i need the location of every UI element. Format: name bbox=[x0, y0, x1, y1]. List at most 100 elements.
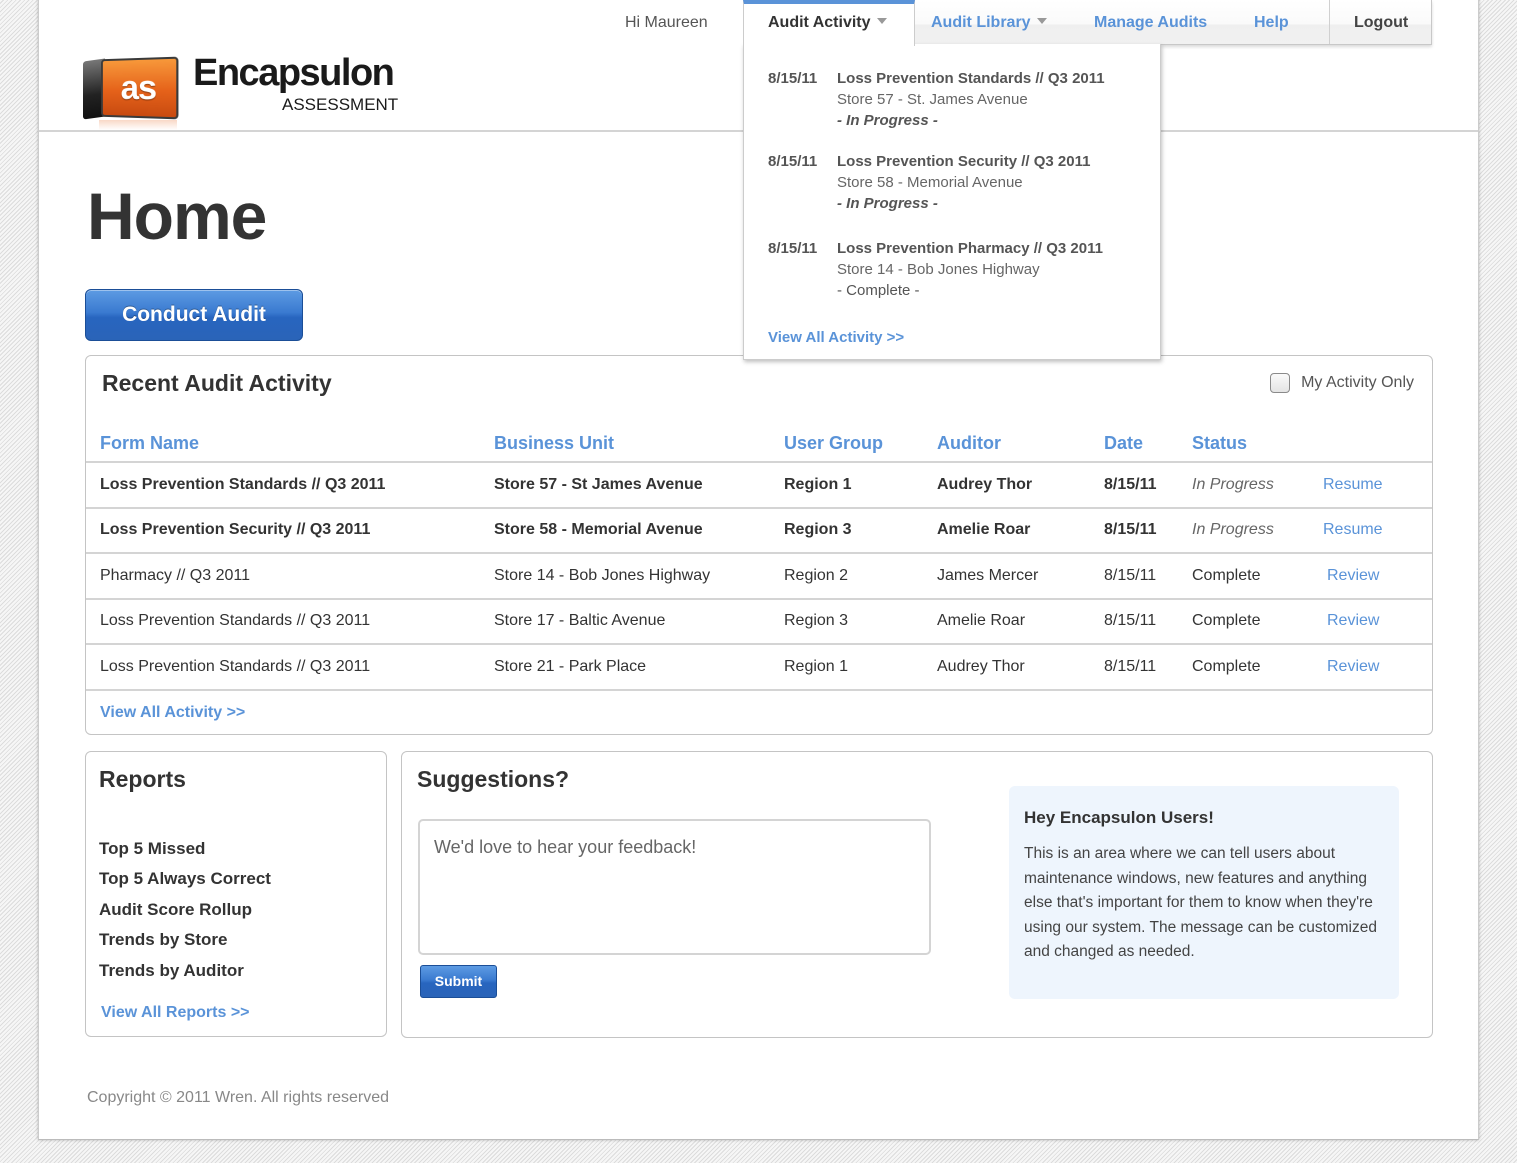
audit-activity-dropdown: 8/15/11 Loss Prevention Standards // Q3 … bbox=[743, 44, 1161, 360]
view-all-activity-link[interactable]: View All Activity >> bbox=[100, 704, 245, 722]
cell-status: In Progress bbox=[1192, 462, 1323, 509]
reports-panel: Reports Top 5 Missed Top 5 Always Correc… bbox=[85, 751, 387, 1037]
dropdown-item-store: Store 57 - St. James Avenue bbox=[837, 91, 1028, 108]
dropdown-item-store: Store 14 - Bob Jones Highway bbox=[837, 261, 1040, 278]
logo-cube-icon: as bbox=[83, 56, 179, 130]
dropdown-item-date: 8/15/11 bbox=[768, 153, 818, 170]
cell-user-group: Region 3 bbox=[784, 598, 937, 645]
cell-form-name: Loss Prevention Standards // Q3 2011 bbox=[86, 598, 494, 645]
table-row: Loss Prevention Standards // Q3 2011 Sto… bbox=[86, 462, 1432, 509]
top-nav: Audit Library Manage Audits Help Logout bbox=[915, 0, 1432, 45]
chevron-down-icon bbox=[876, 18, 887, 24]
page-title: Home bbox=[87, 179, 267, 253]
nav-audit-activity-label: Audit Activity bbox=[768, 14, 871, 31]
cell-business-unit: Store 58 - Memorial Avenue bbox=[494, 507, 784, 554]
logout-label: Logout bbox=[1354, 14, 1409, 31]
dropdown-view-all-link[interactable]: View All Activity >> bbox=[768, 329, 904, 346]
announcement-box: Hey Encapsulon Users! This is an area wh… bbox=[1009, 786, 1399, 999]
cell-form-name: Loss Prevention Standards // Q3 2011 bbox=[86, 462, 494, 509]
nav-audit-activity[interactable]: Audit Activity bbox=[743, 0, 915, 46]
resume-link[interactable]: Resume bbox=[1323, 462, 1432, 509]
cell-status: Complete bbox=[1192, 644, 1323, 691]
review-link[interactable]: Review bbox=[1323, 598, 1432, 645]
cell-business-unit: Store 17 - Baltic Avenue bbox=[494, 598, 784, 645]
cell-business-unit: Store 57 - St James Avenue bbox=[494, 462, 784, 509]
table-row: Loss Prevention Standards // Q3 2011 Sto… bbox=[86, 598, 1432, 645]
suggestions-panel: Suggestions? Submit Hey Encapsulon Users… bbox=[401, 751, 1433, 1038]
cell-date: 8/15/11 bbox=[1104, 598, 1192, 645]
nav-help[interactable]: Help bbox=[1254, 14, 1289, 32]
cell-user-group: Region 2 bbox=[784, 553, 937, 600]
report-link-top-5-missed[interactable]: Top 5 Missed bbox=[99, 839, 205, 859]
cell-auditor: Audrey Thor bbox=[937, 462, 1104, 509]
cell-status: Complete bbox=[1192, 598, 1323, 645]
recent-activity-table: Form Name Business Unit User Group Audit… bbox=[86, 423, 1432, 691]
feedback-textarea[interactable] bbox=[418, 819, 931, 955]
cell-auditor: Amelie Roar bbox=[937, 598, 1104, 645]
cell-date: 8/15/11 bbox=[1104, 644, 1192, 691]
cell-auditor: Audrey Thor bbox=[937, 644, 1104, 691]
brand-name: Encapsulon bbox=[193, 52, 395, 94]
announcement-title: Hey Encapsulon Users! bbox=[1024, 808, 1214, 827]
cell-date: 8/15/11 bbox=[1104, 553, 1192, 600]
cell-form-name: Pharmacy // Q3 2011 bbox=[86, 553, 494, 600]
dropdown-item-status: - Complete - bbox=[837, 282, 920, 299]
cell-auditor: James Mercer bbox=[937, 553, 1104, 600]
cell-user-group: Region 3 bbox=[784, 507, 937, 554]
resume-link[interactable]: Resume bbox=[1323, 507, 1432, 554]
brand-subtitle: ASSESSMENT bbox=[282, 95, 399, 114]
cell-user-group: Region 1 bbox=[784, 462, 937, 509]
page-container: as Encapsulon ASSESSMENT Hi Maureen Audi… bbox=[38, 0, 1479, 1140]
cell-user-group: Region 1 bbox=[784, 644, 937, 691]
nav-manage-audits[interactable]: Manage Audits bbox=[1094, 14, 1207, 32]
report-link-audit-score-rollup[interactable]: Audit Score Rollup bbox=[99, 900, 252, 920]
cell-status: In Progress bbox=[1192, 507, 1323, 554]
submit-button[interactable]: Submit bbox=[420, 965, 497, 998]
dropdown-item-title: Loss Prevention Pharmacy // Q3 2011 bbox=[837, 240, 1103, 257]
column-header-action bbox=[1323, 423, 1432, 463]
cell-form-name: Loss Prevention Security // Q3 2011 bbox=[86, 507, 494, 554]
column-header-status[interactable]: Status bbox=[1192, 423, 1323, 463]
footer-copyright: Copyright © 2011 Wren. All rights reserv… bbox=[87, 1089, 389, 1106]
dropdown-item-title: Loss Prevention Standards // Q3 2011 bbox=[837, 70, 1105, 87]
nav-audit-library[interactable]: Audit Library bbox=[931, 14, 1047, 32]
report-link-top-5-always-correct[interactable]: Top 5 Always Correct bbox=[99, 869, 271, 889]
dropdown-item-date: 8/15/11 bbox=[768, 240, 818, 257]
announcement-body: This is an area where we can tell users … bbox=[1024, 845, 1377, 960]
report-link-trends-by-store[interactable]: Trends by Store bbox=[99, 930, 227, 950]
review-link[interactable]: Review bbox=[1323, 644, 1432, 691]
dropdown-item-status: - In Progress - bbox=[837, 195, 938, 212]
user-greeting: Hi Maureen bbox=[625, 14, 708, 31]
dropdown-item-date: 8/15/11 bbox=[768, 70, 818, 87]
cell-business-unit: Store 21 - Park Place bbox=[494, 644, 784, 691]
table-row: Loss Prevention Security // Q3 2011 Stor… bbox=[86, 507, 1432, 554]
cell-date: 8/15/11 bbox=[1104, 507, 1192, 554]
table-row: Loss Prevention Standards // Q3 2011 Sto… bbox=[86, 644, 1432, 691]
suggestions-title: Suggestions? bbox=[417, 766, 570, 792]
logout-button[interactable]: Logout bbox=[1329, 0, 1432, 44]
column-header-auditor[interactable]: Auditor bbox=[937, 423, 1104, 463]
cell-status: Complete bbox=[1192, 553, 1323, 600]
column-header-business-unit[interactable]: Business Unit bbox=[494, 423, 784, 463]
brand-logo[interactable]: as Encapsulon ASSESSMENT bbox=[83, 52, 403, 130]
conduct-audit-button[interactable]: Conduct Audit bbox=[85, 289, 303, 341]
logo-badge-text: as bbox=[101, 56, 179, 120]
dropdown-item-store: Store 58 - Memorial Avenue bbox=[837, 174, 1023, 191]
nav-audit-library-label: Audit Library bbox=[931, 14, 1031, 31]
dropdown-item-status: - In Progress - bbox=[837, 112, 938, 129]
cell-date: 8/15/11 bbox=[1104, 462, 1192, 509]
report-link-trends-by-auditor[interactable]: Trends by Auditor bbox=[99, 961, 244, 981]
column-header-form-name[interactable]: Form Name bbox=[86, 423, 494, 463]
review-link[interactable]: Review bbox=[1323, 553, 1432, 600]
cell-form-name: Loss Prevention Standards // Q3 2011 bbox=[86, 644, 494, 691]
table-row: Pharmacy // Q3 2011 Store 14 - Bob Jones… bbox=[86, 553, 1432, 600]
recent-activity-title: Recent Audit Activity bbox=[102, 370, 332, 396]
column-header-user-group[interactable]: User Group bbox=[784, 423, 937, 463]
my-activity-checkbox[interactable] bbox=[1270, 373, 1291, 393]
column-header-date[interactable]: Date bbox=[1104, 423, 1192, 463]
my-activity-only-toggle[interactable]: My Activity Only bbox=[1270, 373, 1414, 393]
chevron-down-icon bbox=[1036, 18, 1047, 24]
view-all-reports-link[interactable]: View All Reports >> bbox=[101, 1004, 250, 1022]
dropdown-item-title: Loss Prevention Security // Q3 2011 bbox=[837, 153, 1091, 170]
recent-audit-activity-panel: Recent Audit Activity My Activity Only F… bbox=[85, 355, 1433, 735]
